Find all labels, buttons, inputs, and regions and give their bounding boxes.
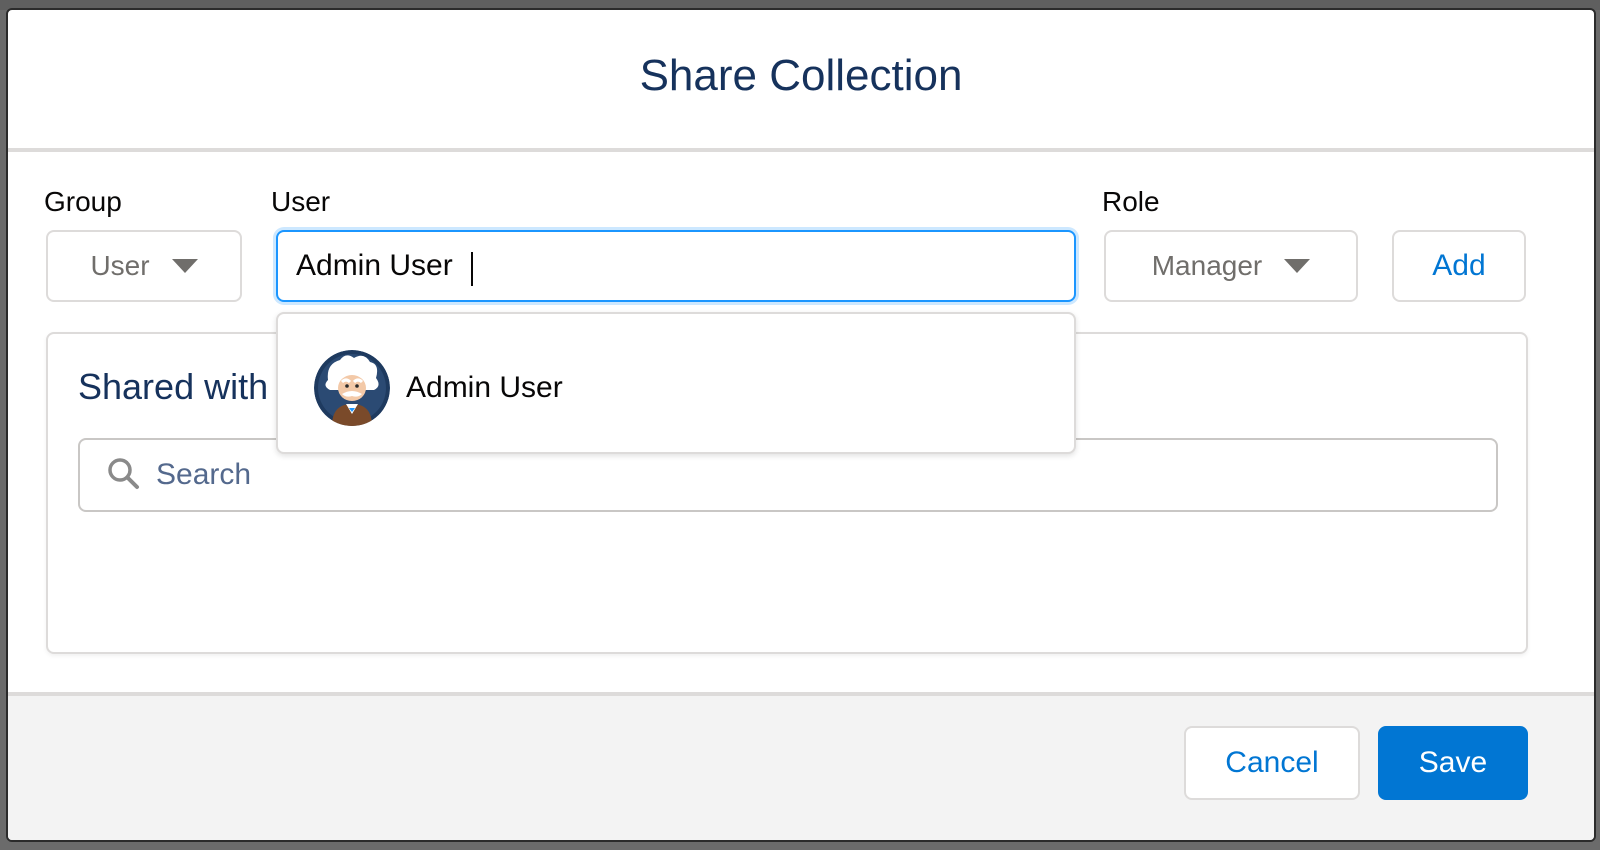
user-label: User (271, 186, 331, 217)
shared-search-input[interactable] (154, 457, 1458, 493)
modal-footer: Cancel Save (8, 692, 1594, 840)
suggestion-name: Admin User (406, 371, 563, 404)
shared-with-title: Shared with (78, 366, 269, 407)
role-select[interactable]: Manager (1104, 230, 1358, 302)
add-button[interactable]: Add (1392, 230, 1526, 302)
caret-down-icon (171, 259, 198, 273)
group-label: Group (44, 186, 122, 217)
user-suggestion-dropdown: Admin User (276, 312, 1076, 454)
group-select-value: User (90, 250, 150, 281)
search-icon (106, 456, 140, 495)
user-input[interactable] (276, 230, 1076, 302)
suggestion-item[interactable]: Admin User (314, 350, 563, 426)
role-label: Role (1102, 186, 1160, 217)
share-collection-modal: Share Collection Group User User Role Ma… (6, 8, 1596, 842)
cancel-button[interactable]: Cancel (1184, 726, 1360, 800)
caret-down-icon (1284, 259, 1311, 273)
modal-header: Share Collection (8, 10, 1594, 152)
group-select[interactable]: User (46, 230, 242, 302)
einstein-avatar-icon (314, 350, 390, 426)
role-select-value: Manager (1151, 250, 1263, 281)
save-button[interactable]: Save (1378, 726, 1528, 800)
text-cursor (471, 252, 473, 286)
modal-title: Share Collection (639, 51, 963, 100)
